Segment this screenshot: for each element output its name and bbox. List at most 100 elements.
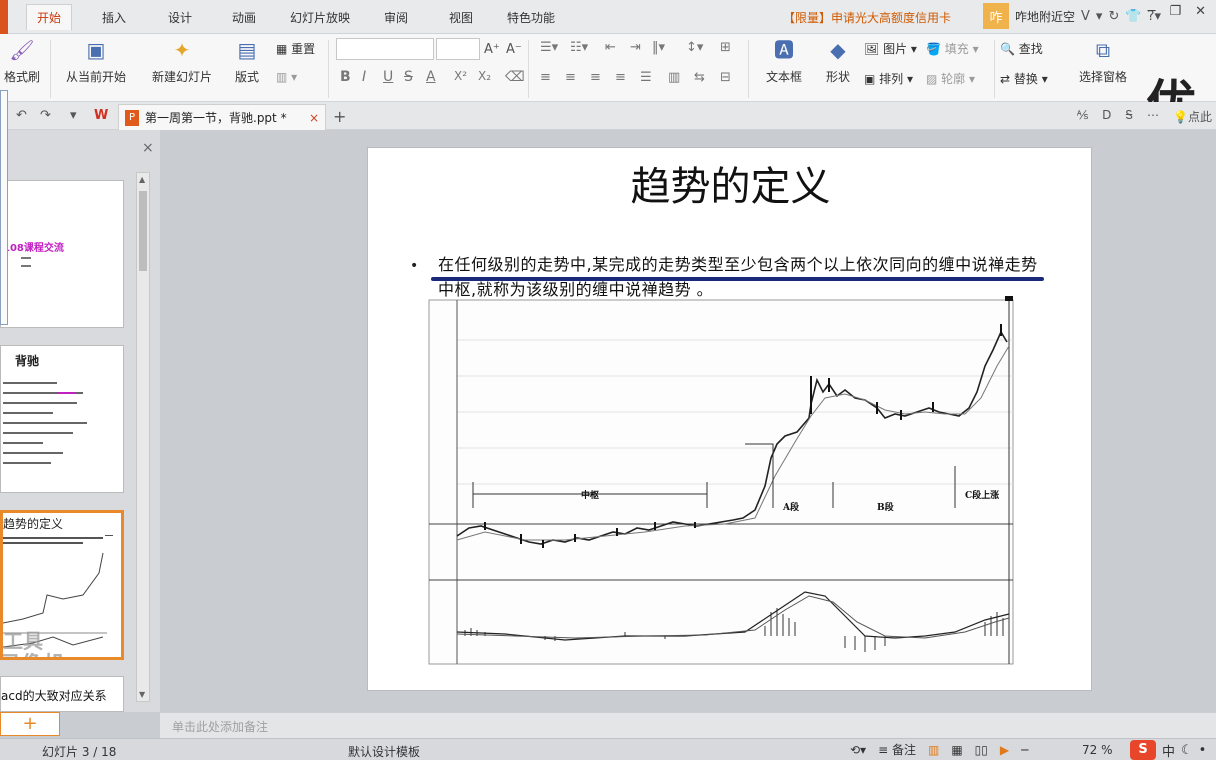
normal-view-icon[interactable]: ▥	[928, 743, 939, 757]
user-area[interactable]: 咋 咋地附近空 V ▾ ↻ 👕 ?▾	[983, 2, 1161, 30]
play-from-current-button[interactable]: ▣ 从当前开始	[60, 38, 132, 85]
skin-icon[interactable]: 👕	[1125, 9, 1141, 24]
align-right-icon[interactable]: ≡	[590, 70, 601, 85]
current-slide[interactable]: 趋势的定义 • 在任何级别的走势中,某完成的走势类型至少包含两个以上依次同向的缠…	[367, 147, 1092, 691]
slide-title[interactable]: 趋势的定义	[368, 154, 1093, 212]
tip-button[interactable]: 💡点此	[1173, 108, 1212, 125]
clear-format-icon[interactable]: ⌫	[505, 69, 525, 85]
bold-button[interactable]: B	[340, 69, 351, 85]
sogou-icon[interactable]: S	[1130, 740, 1156, 760]
reset-button[interactable]: ▦ 重置	[276, 40, 315, 57]
zoom-out-icon[interactable]: ─	[1021, 743, 1028, 757]
tab-review[interactable]: 审阅	[384, 9, 408, 26]
moon-icon[interactable]: ☾	[1181, 743, 1193, 758]
tool-icon[interactable]: Ꭶ	[1125, 108, 1133, 125]
fill-button[interactable]: 🪣 填充 ▾	[926, 40, 979, 57]
strikethrough-button[interactable]: S	[404, 69, 413, 85]
slideshow-icon[interactable]: ▶	[1000, 743, 1009, 757]
redo-icon[interactable]: ↷	[40, 108, 51, 123]
ime-toolbar[interactable]: S 中 ☾ •	[1130, 739, 1206, 760]
dropdown-icon[interactable]: ▾	[1096, 9, 1103, 24]
align-text-icon[interactable]: ⊞	[720, 40, 731, 55]
italic-button[interactable]: I	[362, 69, 366, 85]
replace-button[interactable]: ⇄ 替换 ▾	[1000, 70, 1048, 87]
reading-view-icon[interactable]: ▯▯	[975, 743, 988, 757]
tool-icon[interactable]: D	[1102, 108, 1111, 125]
minimize-icon[interactable]: ─	[1148, 4, 1156, 19]
shrink-font-button[interactable]: A⁻	[506, 42, 522, 57]
zoom-level[interactable]: 72 %	[1082, 743, 1113, 757]
notes-pane[interactable]: 单击此处添加备注	[160, 712, 1216, 738]
picture-button[interactable]: 🖼 图片 ▾	[864, 40, 917, 57]
align-left-icon[interactable]: ≡	[540, 70, 551, 85]
superscript-button[interactable]: X²	[454, 69, 467, 83]
tool-icon[interactable]: ⅍	[1077, 108, 1088, 125]
tab-view[interactable]: 视图	[449, 9, 473, 26]
new-slide-button[interactable]: ✦ 新建幻灯片	[144, 38, 220, 85]
tab-home[interactable]: 开始	[26, 4, 73, 30]
add-slide-button[interactable]: +	[0, 712, 60, 736]
history-icon[interactable]: ⟲▾	[850, 743, 866, 757]
close-window-icon[interactable]: ✕	[1195, 4, 1206, 19]
tab-slideshow[interactable]: 幻灯片放映	[290, 9, 350, 26]
slide-thumbnail-2[interactable]: 背驰	[0, 345, 124, 493]
distribute-icon[interactable]: ☰	[640, 70, 652, 85]
subscript-button[interactable]: X₂	[478, 69, 491, 83]
scroll-down-icon[interactable]: ▼	[139, 690, 145, 699]
section-button[interactable]: ▥ ▾	[276, 70, 297, 84]
bullets-icon[interactable]: ☰▾	[540, 40, 558, 55]
format-painter-button[interactable]: 🖌 格式刷	[2, 38, 42, 85]
underline-button[interactable]: U	[383, 69, 393, 85]
shape-button[interactable]: ◆ 形状	[816, 38, 860, 85]
text-direction-icon[interactable]: ‖▾	[652, 40, 665, 55]
find-button[interactable]: 🔍 查找	[1000, 40, 1043, 57]
template-name[interactable]: 默认设计模板	[348, 743, 420, 760]
selection-pane-button[interactable]: ⧉ 选择窗格	[1074, 38, 1132, 85]
outline-button[interactable]: ▨ 轮廓 ▾	[926, 70, 975, 87]
restore-icon[interactable]: ❐	[1169, 4, 1181, 19]
tab-design[interactable]: 设计	[168, 9, 192, 26]
user-avatar[interactable]: 咋	[983, 3, 1009, 29]
document-tab[interactable]: P 第一周第一节，背驰.ppt * ×	[118, 104, 326, 130]
tool-icon[interactable]: ⋯	[1147, 108, 1159, 125]
textbox-button[interactable]: 🅰 文本框	[756, 38, 812, 85]
layout-button[interactable]: ▤ 版式	[228, 38, 266, 85]
justify-icon[interactable]: ≡	[615, 70, 626, 85]
columns-icon[interactable]: ▥	[668, 70, 680, 85]
undo-icon[interactable]: ↶	[16, 108, 27, 123]
paragraph-settings-icon[interactable]: ⊟	[720, 70, 731, 85]
slide-thumbnail-1[interactable]: 108课程交流	[0, 180, 124, 328]
new-tab-button[interactable]: +	[333, 107, 346, 126]
grow-font-button[interactable]: A⁺	[484, 42, 500, 57]
font-size-select[interactable]	[436, 38, 480, 60]
stock-chart-image[interactable]: 中枢 A段 B段 C段上涨	[425, 296, 1017, 668]
wps-logo-icon[interactable]: W	[94, 108, 108, 123]
close-tab-icon[interactable]: ×	[309, 111, 319, 125]
app-logo[interactable]	[0, 0, 8, 34]
tab-insert[interactable]: 插入	[102, 9, 126, 26]
decrease-indent-icon[interactable]: ⇤	[605, 40, 616, 55]
notes-button[interactable]: ≡ 备注	[878, 741, 916, 758]
customize-icon[interactable]: ▾	[70, 108, 77, 123]
align-center-icon[interactable]: ≡	[565, 70, 576, 85]
user-name[interactable]: 咋地附近空	[1015, 8, 1075, 25]
thumbnails-scrollbar[interactable]: ▲ ▼	[136, 172, 150, 702]
font-color-button[interactable]: A	[426, 69, 436, 85]
indent-icon[interactable]: ⇆	[694, 70, 705, 85]
scrollbar-thumb[interactable]	[139, 191, 147, 271]
increase-indent-icon[interactable]: ⇥	[630, 40, 641, 55]
notes-placeholder[interactable]: 单击此处添加备注	[172, 718, 268, 735]
promo-link[interactable]: 【限量】申请光大高额度信用卡	[783, 9, 951, 26]
punctuation-icon[interactable]: •	[1199, 743, 1207, 758]
scroll-up-icon[interactable]: ▲	[139, 175, 145, 184]
line-spacing-icon[interactable]: ↕▾	[686, 40, 703, 55]
font-family-select[interactable]	[336, 38, 434, 60]
ime-mode[interactable]: 中	[1162, 741, 1175, 760]
arrange-button[interactable]: ▣ 排列 ▾	[864, 70, 913, 87]
slide-thumbnail-4[interactable]: acd的大致对应关系	[0, 676, 124, 712]
slide-sorter-icon[interactable]: ▦	[951, 743, 962, 757]
sync-icon[interactable]: ↻	[1108, 9, 1119, 24]
slide-thumbnail-3[interactable]: 趋势的定义 工具 录像机	[0, 510, 124, 660]
numbering-icon[interactable]: ☷▾	[570, 40, 588, 55]
tab-special[interactable]: 特色功能	[507, 9, 555, 26]
